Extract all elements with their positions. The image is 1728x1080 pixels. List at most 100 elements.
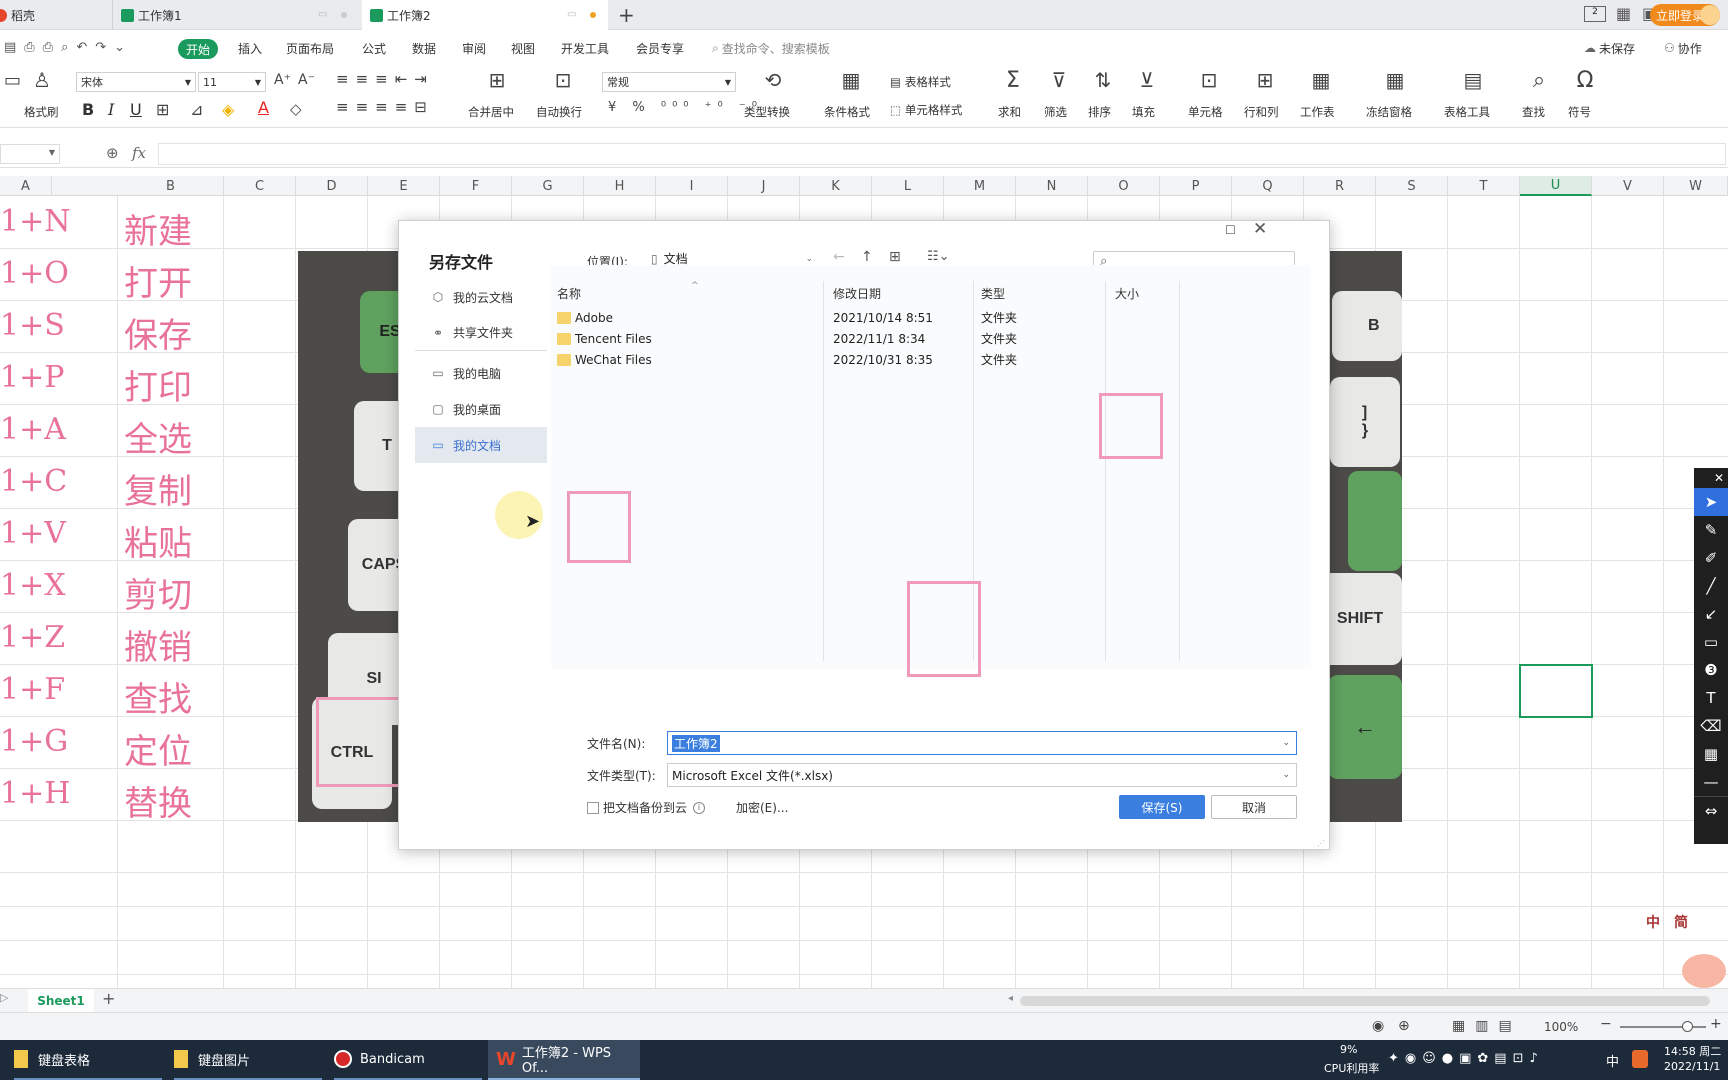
close-icon[interactable]: ✕ xyxy=(1694,468,1728,488)
zoom-out-icon[interactable]: − xyxy=(1600,1016,1612,1032)
menu-insert[interactable]: 插入 xyxy=(238,30,262,66)
cell-shortcut[interactable]: 1+P xyxy=(0,360,64,395)
taskbar-item-keyboard-sheet[interactable]: 键盘表格 xyxy=(14,1040,162,1080)
fx-icon[interactable]: fx xyxy=(132,144,146,162)
pointer-tool-icon[interactable]: ➤ xyxy=(1694,488,1728,516)
cell-icon[interactable]: ⊡ xyxy=(1196,68,1222,92)
cell-action[interactable]: 打印 xyxy=(124,360,192,409)
symbol-label[interactable]: 符号 xyxy=(1568,104,1591,120)
menu-page-layout[interactable]: 页面布局 xyxy=(286,30,334,66)
table-tools-label[interactable]: 表格工具 xyxy=(1444,104,1490,120)
merge-center-icon[interactable]: ⊞ xyxy=(482,68,512,92)
focus-mode-icon[interactable]: ⊕ xyxy=(1398,1018,1410,1034)
cell-action[interactable]: 撤销 xyxy=(124,620,192,669)
fill-color-icon[interactable]: ◈ xyxy=(222,100,234,119)
sum-label[interactable]: 求和 xyxy=(998,104,1021,120)
new-tab-plus-icon[interactable]: + xyxy=(618,3,635,27)
cell-shortcut[interactable]: 1+H xyxy=(0,776,70,811)
conditional-format-label[interactable]: 条件格式 xyxy=(824,104,870,120)
text-tool-icon[interactable]: T xyxy=(1694,684,1728,712)
header-date[interactable]: 修改日期 xyxy=(833,285,881,302)
zoom-formula-icon[interactable]: ⊕ xyxy=(106,144,119,162)
cell-action[interactable]: 定位 xyxy=(124,724,192,773)
column-header[interactable]: I xyxy=(656,176,728,196)
zoom-slider[interactable] xyxy=(1620,1026,1706,1028)
tab-workbook1[interactable]: 工作簿1 ▭ xyxy=(112,0,358,30)
header-size[interactable]: 大小 xyxy=(1115,285,1139,302)
view-mode-icon[interactable]: ☷⌄ xyxy=(927,249,950,264)
header-name[interactable]: 名称 xyxy=(557,285,581,302)
cell-action[interactable]: 替换 xyxy=(124,776,192,825)
number-format-select[interactable]: 常规 ▼ xyxy=(602,72,736,92)
marker-tool-icon[interactable]: ✐ xyxy=(1694,544,1728,572)
name-box[interactable]: ▼ xyxy=(0,144,60,164)
menu-developer[interactable]: 开发工具 xyxy=(561,30,609,66)
formula-input[interactable] xyxy=(158,143,1726,165)
menu-view[interactable]: 视图 xyxy=(511,30,535,66)
find-label[interactable]: 查找 xyxy=(1522,104,1545,120)
font-color-icon[interactable]: A xyxy=(258,98,269,117)
cell-shortcut[interactable]: 1+V xyxy=(0,516,66,551)
backup-checkbox[interactable] xyxy=(587,801,599,814)
maximize-icon[interactable]: ☐ xyxy=(1225,223,1236,237)
freeze-icon[interactable]: ▦ xyxy=(1382,68,1408,92)
color-picker-icon[interactable]: ▦ xyxy=(1694,740,1728,768)
resize-grip-icon[interactable]: ⋰ xyxy=(1317,839,1325,848)
column-header[interactable]: P xyxy=(1160,176,1232,196)
collab-button[interactable]: ⚇ 协作 xyxy=(1664,30,1702,66)
column-header[interactable]: R xyxy=(1304,176,1376,196)
encrypt-link[interactable]: 加密(E)... xyxy=(736,799,788,816)
eraser-tool-icon[interactable]: ⌫ xyxy=(1694,712,1728,740)
sum-icon[interactable]: Σ xyxy=(1000,68,1026,93)
taskbar-item-bandicam[interactable]: Bandicam xyxy=(334,1040,482,1080)
symbol-icon[interactable]: Ω xyxy=(1572,68,1598,93)
find-icon[interactable]: ⌕ xyxy=(1526,68,1552,93)
cell-action[interactable]: 新建 xyxy=(124,204,192,253)
back-arrow-icon[interactable]: ← xyxy=(833,249,845,265)
expand-icon[interactable]: ⇔ xyxy=(1694,796,1728,824)
rectangle-tool-icon[interactable]: ▭ xyxy=(1694,628,1728,656)
worksheet-label[interactable]: 工作表 xyxy=(1300,104,1335,120)
taskbar-item-keyboard-image[interactable]: 键盘图片 xyxy=(174,1040,322,1080)
font-size-select[interactable]: 11 ▼ xyxy=(198,72,266,92)
filetype-select[interactable]: Microsoft Excel 文件(*.xlsx) ⌄ xyxy=(667,763,1297,787)
cell-shortcut[interactable]: 1+G xyxy=(0,724,68,759)
zoom-in-icon[interactable]: + xyxy=(1710,1016,1722,1032)
ime-indicator[interactable]: 中 xyxy=(1606,1051,1619,1070)
conditional-format-icon[interactable]: ▦ xyxy=(836,68,866,92)
column-header[interactable]: K xyxy=(800,176,872,196)
backup-checkbox-row[interactable]: 把文档备份到云 i xyxy=(587,799,706,816)
fill-icon[interactable]: ⊻ xyxy=(1134,68,1160,92)
zoom-level[interactable]: 100% xyxy=(1544,1020,1578,1034)
sidebar-item-desktop[interactable]: ▢ 我的桌面 xyxy=(415,391,547,427)
clock-date[interactable]: 2022/11/1 xyxy=(1664,1060,1720,1073)
info-icon[interactable]: i xyxy=(693,801,706,814)
cell-action[interactable]: 打开 xyxy=(124,256,192,305)
menu-home[interactable]: 开始 xyxy=(178,39,219,59)
cancel-button[interactable]: 取消 xyxy=(1211,795,1297,819)
line-tool-icon[interactable]: ╱ xyxy=(1694,572,1728,600)
clock-time[interactable]: 14:58 周二 xyxy=(1664,1043,1721,1059)
filename-input[interactable]: 工作簿2 ⌄ xyxy=(667,731,1297,755)
column-header[interactable]: L xyxy=(872,176,944,196)
up-arrow-icon[interactable]: ↑ xyxy=(861,249,873,265)
cell-shortcut[interactable]: 1+N xyxy=(0,204,70,239)
increase-font-icon[interactable]: A⁺ xyxy=(274,72,291,88)
filter-icon[interactable]: ⊽ xyxy=(1046,68,1072,92)
tray-icons[interactable]: ✦◉☺●▣✿▤⊡♪ xyxy=(1388,1051,1544,1066)
zoom-slider-thumb[interactable] xyxy=(1682,1021,1693,1032)
column-header[interactable]: F xyxy=(440,176,512,196)
add-sheet-icon[interactable]: + xyxy=(102,989,115,1008)
menu-formula[interactable]: 公式 xyxy=(362,30,386,66)
line-width-icon[interactable]: — xyxy=(1694,768,1728,796)
column-header[interactable]: Q xyxy=(1232,176,1304,196)
worksheet-icon[interactable]: ▦ xyxy=(1308,68,1334,92)
quick-access-icons[interactable]: ▤⎙⎙⌕↶↷⌄ xyxy=(4,40,133,55)
view-mode-icons[interactable]: ▦▥▤ xyxy=(1452,1018,1522,1034)
tab-workbook2[interactable]: 工作簿2 ▭ xyxy=(362,0,608,30)
underline-icon[interactable]: U xyxy=(130,100,142,119)
column-header[interactable]: E xyxy=(368,176,440,196)
number-format-icons[interactable]: ¥ % ⁰⁰⁰ ⁺⁰ ⁻⁰ xyxy=(608,100,763,115)
cell-shortcut[interactable]: 1+X xyxy=(0,568,66,603)
type-convert-label[interactable]: 类型转换 xyxy=(744,104,790,120)
